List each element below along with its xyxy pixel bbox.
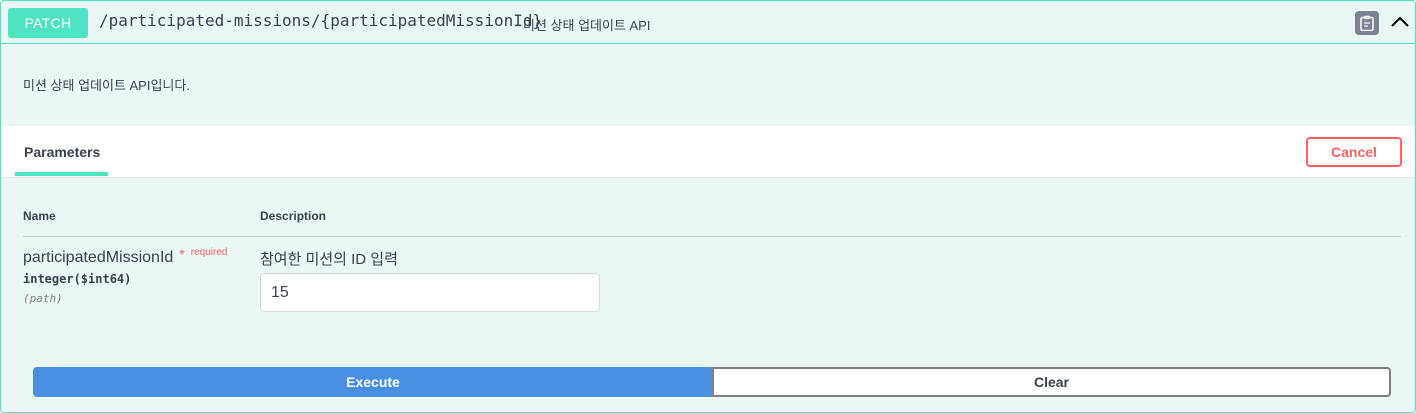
- chevron-up-icon: [1391, 16, 1409, 27]
- parameter-name-cell: participatedMissionId * required: [23, 246, 228, 267]
- collapse-toggle[interactable]: [1387, 9, 1413, 35]
- endpoint-summary: 미션 상태 업데이트 API: [523, 18, 651, 33]
- column-header-description: Description: [260, 209, 327, 223]
- tab-parameters[interactable]: Parameters: [15, 126, 108, 176]
- tab-parameters-label: Parameters: [24, 144, 101, 160]
- copy-path-button[interactable]: [1355, 11, 1379, 35]
- operation-description: 미션 상태 업데이트 API입니다.: [23, 78, 190, 93]
- parameters-header: Parameters Cancel: [2, 126, 1415, 178]
- column-header-name: Name: [23, 209, 56, 223]
- parameter-description: 참여한 미션의 ID 입력: [260, 251, 398, 268]
- parameter-location: (path): [23, 292, 63, 305]
- required-star: *: [179, 246, 185, 262]
- clipboard-icon: [1360, 15, 1374, 31]
- required-label: required: [190, 247, 228, 258]
- parameter-name: participatedMissionId: [23, 249, 174, 266]
- table-divider: [23, 236, 1401, 237]
- participated-mission-id-input[interactable]: [260, 273, 600, 312]
- parameter-type: integer($int64): [23, 272, 132, 286]
- endpoint-path[interactable]: /participated-missions/{participatedMiss…: [99, 11, 542, 30]
- opblock-patch: PATCH /participated-missions/{participat…: [0, 0, 1416, 413]
- method-badge: PATCH: [8, 8, 88, 38]
- cancel-button[interactable]: Cancel: [1306, 137, 1402, 167]
- opblock-summary[interactable]: PATCH /participated-missions/{participat…: [1, 1, 1415, 44]
- clear-button[interactable]: Clear: [712, 367, 1391, 397]
- execute-button[interactable]: Execute: [33, 367, 713, 397]
